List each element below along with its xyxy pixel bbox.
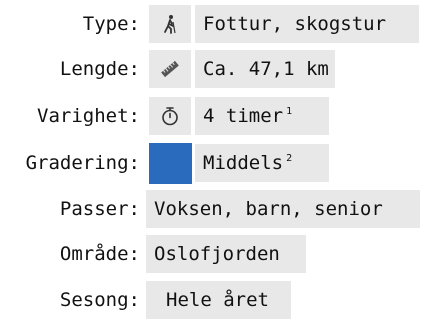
length-value: Ca. 47,1 km	[195, 50, 335, 88]
grade-footnote: 2	[286, 153, 293, 164]
duration-value-cell: 4 timer 1	[195, 97, 329, 135]
duration-value: 4 timer	[203, 105, 284, 127]
length-row: Lengde: Ca. 47,1 km	[0, 48, 424, 90]
grade-label: Gradering:	[25, 152, 140, 174]
area-value: Oslofjorden	[146, 235, 306, 273]
suits-label: Passer:	[59, 198, 140, 220]
grade-color-swatch	[149, 143, 192, 184]
length-label: Lengde:	[59, 58, 140, 80]
stopwatch-icon	[149, 97, 191, 135]
suits-row: Passer: Voksen, barn, senior	[0, 188, 424, 230]
suits-value: Voksen, barn, senior	[146, 190, 420, 228]
hiker-icon	[149, 5, 191, 43]
grade-row: Gradering: Middels 2	[0, 142, 424, 184]
area-label: Område:	[59, 243, 140, 265]
season-value: Hele året	[146, 281, 291, 319]
ruler-icon	[149, 50, 191, 88]
type-value: Fottur, skogstur	[195, 5, 419, 43]
type-row: Type: Fottur, skogstur	[0, 3, 424, 45]
area-row: Område: Oslofjorden	[0, 233, 424, 275]
season-label: Sesong:	[59, 289, 140, 311]
grade-value: Middels	[203, 152, 284, 174]
duration-row: Varighet: 4 timer 1	[0, 95, 424, 137]
grade-value-cell: Middels 2	[195, 144, 329, 182]
season-row: Sesong: Hele året	[0, 279, 424, 321]
duration-label: Varighet:	[37, 105, 140, 127]
duration-footnote: 1	[286, 106, 293, 117]
type-label: Type:	[82, 13, 140, 35]
